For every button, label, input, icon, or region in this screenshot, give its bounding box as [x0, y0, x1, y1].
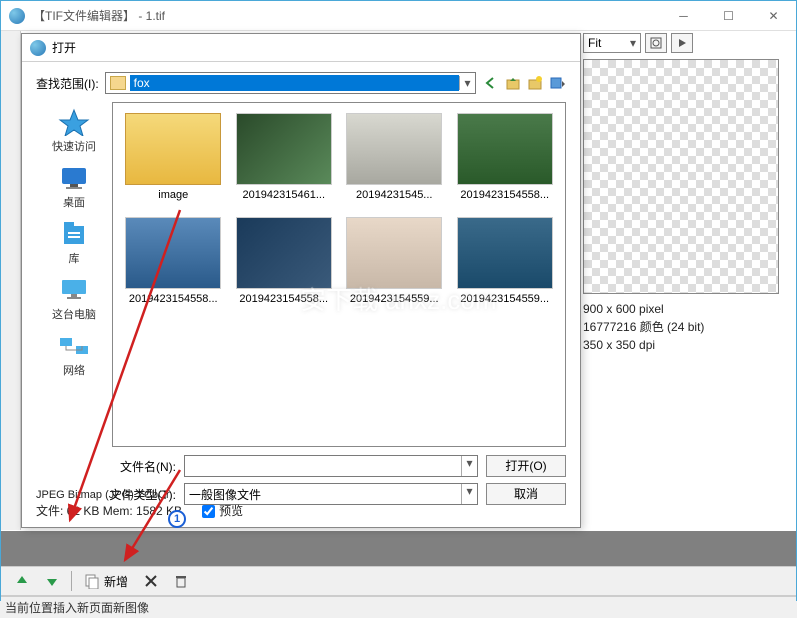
chevron-down-icon[interactable]: ▾ — [461, 456, 477, 476]
zoom-fit-button[interactable] — [645, 33, 667, 53]
new-folder-icon[interactable] — [526, 74, 544, 92]
play-button[interactable] — [671, 33, 693, 53]
file-item[interactable]: 2019423154559... — [344, 217, 445, 305]
image-dimensions: 900 x 600 pixel — [583, 300, 783, 318]
bottom-toolbar: 新增 — [1, 566, 796, 596]
preview-checkbox[interactable]: 预览 — [202, 503, 243, 519]
filename-label: 文件名(N): — [36, 458, 176, 475]
file-item[interactable]: 2019423154559... — [455, 217, 556, 305]
up-folder-icon[interactable] — [504, 74, 522, 92]
chevron-down-icon[interactable]: ▾ — [459, 76, 475, 90]
zoom-dropdown[interactable]: Fit ▾ — [583, 33, 641, 53]
annotation-badge-1: 1 — [168, 510, 186, 528]
delete-button[interactable] — [140, 570, 162, 592]
preview-canvas — [583, 59, 779, 294]
back-icon[interactable] — [482, 74, 500, 92]
page-strip — [1, 531, 796, 566]
dialog-icon — [30, 40, 46, 56]
dialog-title: 打开 — [52, 39, 76, 56]
chevron-down-icon[interactable]: ▾ — [630, 36, 636, 50]
status-bar: 当前位置插入新页面新图像 — [1, 596, 796, 618]
new-page-button[interactable]: 新增 — [80, 570, 132, 592]
main-titlebar: 【TIF文件编辑器】 - 1.tif ─ ☐ ✕ — [1, 1, 796, 31]
close-button[interactable]: ✕ — [751, 1, 796, 31]
format-info: JPEG Bitmap (JPG) YCbCr — [36, 487, 566, 503]
place-network[interactable]: 网络 — [58, 332, 90, 378]
image-colors: 16777216 颜色 (24 bit) — [583, 318, 783, 336]
file-item[interactable]: 2019423154558... — [123, 217, 224, 305]
memory-info: 文件: 62 KB Mem: 1582 KB — [36, 503, 182, 519]
look-in-dropdown[interactable]: fox ▾ — [105, 72, 476, 94]
file-item[interactable]: 2019423154558... — [234, 217, 335, 305]
place-quick-access[interactable]: 快速访问 — [52, 108, 96, 154]
place-this-pc[interactable]: 这台电脑 — [52, 276, 96, 322]
app-icon — [9, 8, 25, 24]
move-down-button[interactable] — [41, 570, 63, 592]
place-library[interactable]: 库 — [58, 220, 90, 266]
file-list[interactable]: image 201942315461... 20194231545... — [112, 102, 566, 447]
filename-input[interactable]: ▾ — [184, 455, 478, 477]
folder-name: fox — [130, 75, 459, 91]
open-dialog: 打开 查找范围(I): fox ▾ — [21, 33, 581, 528]
file-item[interactable]: 2019423154558... — [455, 113, 556, 201]
image-dpi: 350 x 350 dpi — [583, 336, 783, 354]
minimize-button[interactable]: ─ — [661, 1, 706, 31]
dialog-titlebar: 打开 — [22, 34, 580, 62]
open-button[interactable]: 打开(O) — [486, 455, 566, 477]
view-menu-icon[interactable] — [548, 74, 566, 92]
file-item[interactable]: 20194231545... — [344, 113, 445, 201]
move-up-button[interactable] — [11, 570, 33, 592]
folder-icon — [110, 76, 126, 90]
places-sidebar: 快速访问 桌面 库 这台电脑 — [36, 102, 112, 447]
copy-icon — [84, 573, 100, 589]
trash-button[interactable] — [170, 570, 192, 592]
file-item-folder[interactable]: image — [123, 113, 224, 201]
left-ruler — [1, 31, 21, 530]
window-title: 【TIF文件编辑器】 - 1.tif — [33, 7, 661, 24]
place-desktop[interactable]: 桌面 — [58, 164, 90, 210]
maximize-button[interactable]: ☐ — [706, 1, 751, 31]
file-item[interactable]: 201942315461... — [234, 113, 335, 201]
look-in-label: 查找范围(I): — [36, 75, 99, 92]
